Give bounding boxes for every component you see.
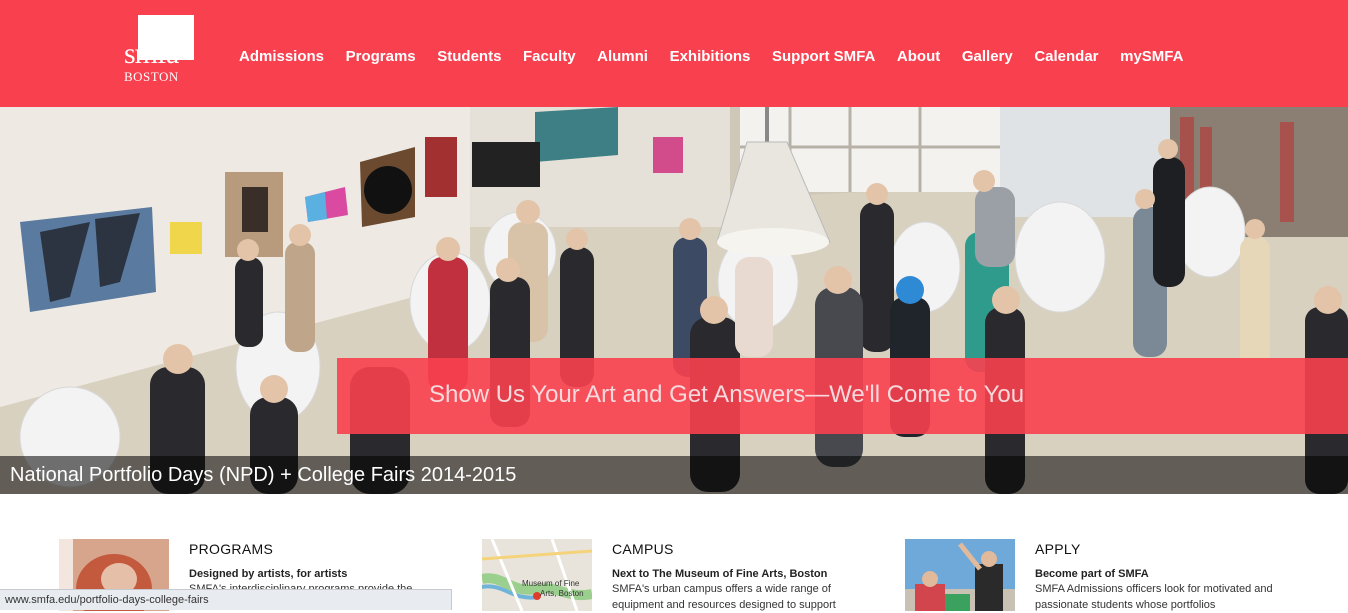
apply-subtitle: Become part of SMFA [1035, 568, 1149, 580]
nav-programs[interactable]: Programs [346, 47, 416, 67]
hero-slideshow[interactable]: Show Us Your Art and Get Answers—We'll C… [0, 107, 1348, 494]
apply-body: SMFA Admissions officers look for motiva… [1035, 583, 1273, 611]
programs-subtitle: Designed by artists, for artists [189, 568, 348, 580]
campus-map-thumbnail[interactable]: Museum of Fine Arts, Boston [482, 539, 592, 611]
campus-body: SMFA's urban campus offers a wide range … [612, 583, 836, 611]
programs-title[interactable]: PROGRAMS [189, 540, 273, 558]
hero-caption-bar: National Portfolio Days (NPD) + College … [0, 456, 1348, 494]
hero-photo [0, 107, 1348, 494]
apply-title[interactable]: APPLY [1035, 540, 1081, 558]
nav-faculty[interactable]: Faculty [523, 47, 576, 67]
nav-students[interactable]: Students [437, 47, 501, 67]
hero-banner-text: Show Us Your Art and Get Answers—We'll C… [429, 381, 1025, 408]
logo-wordmark: smfa [124, 37, 179, 70]
campus-subtitle: Next to The Museum of Fine Arts, Boston [612, 568, 828, 580]
nav-mysmfa[interactable]: mySMFA [1120, 47, 1183, 67]
apply-thumbnail[interactable] [905, 539, 1015, 611]
campus-title[interactable]: CAMPUS [612, 540, 674, 558]
nav-support-smfa[interactable]: Support SMFA [772, 47, 875, 67]
status-url: www.smfa.edu/portfolio-days-college-fair… [5, 594, 209, 606]
map-label: Museum of Fine [522, 579, 580, 588]
nav-gallery[interactable]: Gallery [962, 47, 1013, 67]
smfa-logo[interactable]: smfa BOSTON [124, 15, 194, 87]
logo-city: BOSTON [124, 69, 179, 84]
nav-exhibitions[interactable]: Exhibitions [670, 47, 751, 67]
hero-banner[interactable]: Show Us Your Art and Get Answers—We'll C… [337, 358, 1348, 434]
nav-about[interactable]: About [897, 47, 940, 67]
nav-admissions[interactable]: Admissions [239, 47, 324, 67]
nav-alumni[interactable]: Alumni [597, 47, 648, 67]
hero-caption[interactable]: National Portfolio Days (NPD) + College … [10, 464, 516, 486]
site-header: smfa BOSTON Admissions Programs Students… [0, 0, 1348, 107]
nav-calendar[interactable]: Calendar [1034, 47, 1098, 67]
map-label-2: Arts, Boston [540, 589, 584, 598]
browser-status-bar: www.smfa.edu/portfolio-days-college-fair… [0, 589, 452, 610]
main-nav: Admissions Programs Students Faculty Alu… [239, 47, 1205, 67]
